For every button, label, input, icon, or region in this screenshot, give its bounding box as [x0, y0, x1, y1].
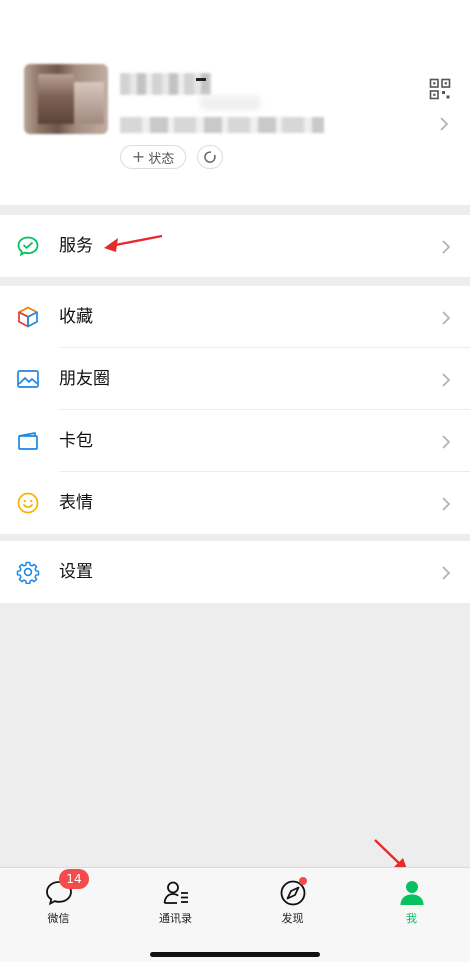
tab-discover[interactable]: 发现: [234, 868, 351, 938]
wechat-pay-icon: [17, 236, 39, 257]
chevron-right-icon: [442, 311, 451, 325]
menu-label-services: 服务: [59, 236, 93, 256]
tab-contacts[interactable]: 通讯录: [117, 868, 234, 938]
nickname-blurred: [120, 73, 212, 95]
chevron-right-icon[interactable]: [439, 116, 449, 132]
chevron-right-icon: [442, 566, 451, 580]
plus-icon: +: [131, 147, 146, 166]
bottom-tab-bar: 14 微信 通讯录 发现 我: [0, 867, 470, 962]
menu-item-favorites[interactable]: 收藏: [0, 286, 470, 348]
picture-icon: [17, 370, 39, 388]
menu-item-services[interactable]: 服务: [0, 215, 470, 277]
person-icon: [400, 881, 423, 905]
refresh-circle-icon: [204, 151, 216, 163]
menu-item-moments[interactable]: 朋友圈: [0, 348, 470, 410]
menu-label-moments: 朋友圈: [59, 369, 110, 389]
chevron-right-icon: [442, 373, 451, 387]
red-arrow-annotation: [104, 234, 163, 252]
contacts-icon: [163, 881, 188, 904]
unread-badge: 14: [59, 869, 89, 889]
tab-me[interactable]: 我: [353, 868, 470, 938]
card-wallet-icon: [18, 432, 38, 450]
tab-label: 发现: [281, 912, 304, 925]
menu-item-cards[interactable]: 卡包: [0, 410, 470, 472]
nickname-mark: [196, 78, 206, 81]
tab-chats[interactable]: 14 微信: [0, 868, 117, 938]
blur-patch: [200, 96, 260, 110]
gear-icon: [16, 561, 40, 584]
add-status-button[interactable]: + 状态: [120, 145, 186, 169]
menu-item-settings[interactable]: 设置: [0, 541, 470, 603]
menu-group-services: 服务: [0, 215, 470, 277]
tab-label: 我: [406, 912, 417, 925]
cube-icon: [18, 306, 38, 328]
menu-label-stickers: 表情: [59, 493, 93, 513]
qr-code-icon[interactable]: [429, 78, 451, 100]
menu-group-main: 收藏 朋友圈 卡包 表情: [0, 286, 470, 534]
home-indicator: [150, 952, 320, 957]
tab-label: 微信: [47, 912, 70, 925]
menu-label-cards: 卡包: [59, 431, 93, 451]
chevron-right-icon: [442, 240, 451, 254]
menu-item-stickers[interactable]: 表情: [0, 472, 470, 534]
profile-header[interactable]: + 状态: [0, 0, 470, 205]
menu-group-settings: 设置: [0, 541, 470, 603]
notification-dot: [299, 877, 307, 885]
menu-label-favorites: 收藏: [59, 307, 93, 327]
chevron-right-icon: [442, 497, 451, 511]
status-circle-button[interactable]: [197, 145, 223, 169]
avatar[interactable]: [24, 64, 108, 134]
wechat-me-page: + 状态 服务 收藏 朋友圈 卡包 表情 设置 14 微信 通讯录 发现 我: [0, 0, 470, 962]
tab-label: 通讯录: [159, 912, 192, 925]
wechat-id-blurred: [120, 117, 324, 133]
status-label: 状态: [148, 151, 175, 167]
smiley-icon: [17, 492, 39, 514]
chevron-right-icon: [442, 435, 451, 449]
menu-label-settings: 设置: [59, 562, 93, 582]
